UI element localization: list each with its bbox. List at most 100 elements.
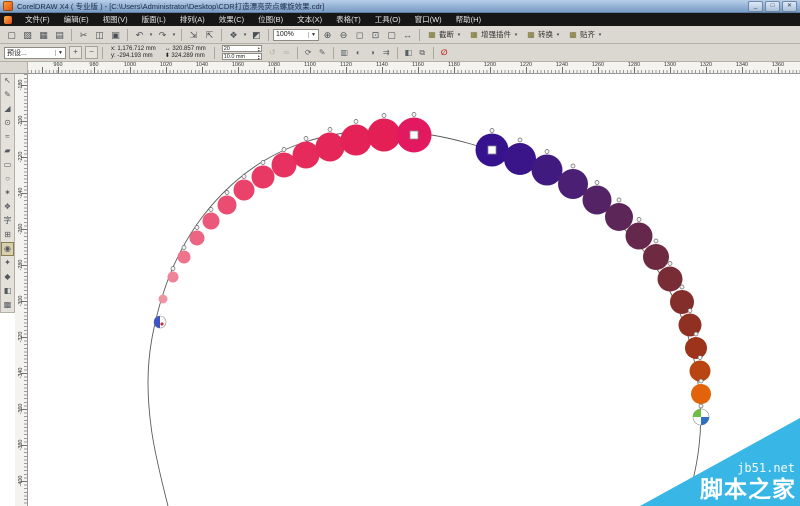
zoom-out-icon[interactable]: ⊖ <box>336 28 351 42</box>
zoom-width-icon[interactable]: ↔ <box>400 28 415 42</box>
chevron-down-icon: ▼ <box>308 31 316 38</box>
freehand-tool[interactable]: ≈ <box>1 130 14 144</box>
separator <box>396 46 398 59</box>
ruler-origin-corner[interactable] <box>0 62 28 74</box>
zoom-fit-icon[interactable]: ⊡ <box>368 28 383 42</box>
start-end-objects-icon[interactable]: ◧ <box>402 46 415 59</box>
vertical-ruler[interactable]: -180 -200 -220 -240 -260 -280 -300 -320 -340 -360… <box>15 74 28 506</box>
cut-off-button[interactable]: ▦ 截断 ▾ <box>424 28 465 42</box>
interactive-blend-tool[interactable]: ◉ <box>1 242 14 256</box>
export-icon[interactable]: ⇱ <box>202 28 217 42</box>
print-icon[interactable]: ▤ <box>52 28 67 42</box>
menu-item-0[interactable]: 文件(F) <box>18 13 57 26</box>
new-icon[interactable]: ▢ <box>4 28 19 42</box>
blend-direction-icon[interactable]: ↺ <box>266 46 279 59</box>
menu-item-1[interactable]: 编辑(E) <box>57 13 96 26</box>
rectangle-tool[interactable]: ▭ <box>1 158 14 172</box>
node-marker <box>241 174 247 179</box>
zoom-in-icon[interactable]: ⊕ <box>320 28 335 42</box>
clear-blend-icon[interactable]: ∅ <box>438 46 451 59</box>
pick-tool[interactable]: ↖ <box>1 74 14 88</box>
welcome-screen-icon[interactable]: ◩ <box>249 28 264 42</box>
shape-tool[interactable]: ✎ <box>1 88 14 102</box>
menu-item-7[interactable]: 文本(X) <box>290 13 329 26</box>
clockwise-blend-icon[interactable]: ◐ <box>352 46 365 59</box>
import-icon[interactable]: ⇲ <box>186 28 201 42</box>
close-button[interactable]: ✕ <box>782 0 797 12</box>
menu-item-11[interactable]: 帮助(H) <box>449 13 488 26</box>
blend-spacing-input[interactable]: 10.0 mm ▴ ▾ <box>221 53 262 60</box>
window-title: CorelDRAW X4 ( 专业版 ) - [C:\Users\Adminis… <box>17 1 325 11</box>
zoom-selected-icon[interactable]: ◻ <box>352 28 367 42</box>
fill-tool[interactable]: ◧ <box>1 284 14 298</box>
menu-item-10[interactable]: 窗口(W) <box>408 13 449 26</box>
object-position-fields[interactable]: x: 1,176.712 mm y: -294.193 mm <box>111 46 156 60</box>
enhanced-plugin-button-label: 增强插件 <box>481 30 511 39</box>
chevron-down-icon[interactable]: ▾ <box>242 32 248 38</box>
paste-icon[interactable]: ▣ <box>108 28 123 42</box>
maximize-button[interactable]: □ <box>765 0 780 12</box>
remove-preset-button[interactable]: − <box>85 46 98 59</box>
copy-blend-icon[interactable]: ⧉ <box>416 46 429 59</box>
open-icon[interactable]: ▧ <box>20 28 35 42</box>
rotate-all-icon[interactable]: ⟳ <box>302 46 315 59</box>
table-tool[interactable]: ⊞ <box>1 228 14 242</box>
chevron-down-icon[interactable]: ▾ <box>148 32 154 38</box>
enhanced-plugin-icon: ▦ <box>470 29 478 39</box>
enhanced-plugin-button[interactable]: ▦ 增强插件 ▾ <box>466 28 522 42</box>
zoom-level-combo[interactable]: 100% ▼ <box>273 28 319 41</box>
spinner-arrows-icon[interactable]: ▴ ▾ <box>258 53 260 60</box>
basic-shapes-tool[interactable]: ❖ <box>1 200 14 214</box>
redo-icon[interactable]: ↷ <box>155 28 170 42</box>
blend-circle <box>367 118 401 152</box>
polygon-tool[interactable]: ✶ <box>1 186 14 200</box>
menu-item-4[interactable]: 排列(A) <box>173 13 212 26</box>
interactive-fill-tool[interactable]: ▩ <box>1 298 14 312</box>
smart-fill-tool[interactable]: ▰ <box>1 144 14 158</box>
node-marker <box>667 261 673 266</box>
chevron-down-icon[interactable]: ▾ <box>171 32 177 38</box>
object-accel-icon[interactable]: ⇉ <box>380 46 393 59</box>
path-properties-icon[interactable]: ✎ <box>316 46 329 59</box>
vruler-label: -180 <box>18 79 24 91</box>
menu-item-9[interactable]: 工具(O) <box>368 13 408 26</box>
text-tool[interactable]: 字 <box>1 214 14 228</box>
blend-steps-input[interactable]: 20 ▴ ▾ <box>221 45 262 52</box>
add-preset-button[interactable]: + <box>69 46 82 59</box>
zoom-tool[interactable]: ⊙ <box>1 116 14 130</box>
object-y-value: y: -294.193 mm <box>111 52 153 59</box>
menu-item-6[interactable]: 位图(B) <box>251 13 290 26</box>
menu-item-5[interactable]: 效果(C) <box>212 13 251 26</box>
canvas-art: jb51.net脚本之家 <box>147 112 800 506</box>
blend-circle <box>504 143 536 175</box>
counterclockwise-blend-icon[interactable]: ◑ <box>366 46 379 59</box>
node-marker <box>260 160 266 165</box>
hruler-label: 1300 <box>663 62 677 68</box>
save-icon[interactable]: ▦ <box>36 28 51 42</box>
cut-icon[interactable]: ✂ <box>76 28 91 42</box>
node-marker <box>544 149 550 154</box>
eyedropper-tool[interactable]: ✦ <box>1 256 14 270</box>
loop-blend-icon[interactable]: ∞ <box>280 46 293 59</box>
convert-button[interactable]: ▦ 转换 ▾ <box>523 28 564 42</box>
drawing-canvas[interactable]: jb51.net 脚本之家 <box>28 74 800 506</box>
horizontal-ruler[interactable]: 960 980 1000 1020 1040 1060 1080 1100 1120 1140 11… <box>28 62 800 74</box>
coreldraw-logo-icon <box>4 15 12 24</box>
undo-icon[interactable]: ↶ <box>132 28 147 42</box>
blend-circle <box>233 179 255 201</box>
app-launcher-icon[interactable]: ❖ <box>226 28 241 42</box>
copy-icon[interactable]: ◫ <box>92 28 107 42</box>
minimize-button[interactable]: _ <box>748 0 763 12</box>
menu-item-2[interactable]: 视图(V) <box>96 13 135 26</box>
zoom-page-icon[interactable]: ▢ <box>384 28 399 42</box>
snap-to-button[interactable]: ▦ 贴齐 ▾ <box>565 28 606 42</box>
spinner-arrows-icon[interactable]: ▴ ▾ <box>258 45 260 52</box>
outline-tool[interactable]: ◆ <box>1 270 14 284</box>
menu-item-3[interactable]: 版面(L) <box>135 13 173 26</box>
ellipse-tool[interactable]: ○ <box>1 172 14 186</box>
crop-tool[interactable]: ◢ <box>1 102 14 116</box>
menu-item-8[interactable]: 表格(T) <box>329 13 368 26</box>
object-size-fields[interactable]: ↔ 320.857 mm ⬍ 324.289 mm <box>165 46 206 60</box>
presets-combo[interactable]: 预设... ▼ <box>4 46 66 59</box>
direct-blend-icon[interactable]: ▥ <box>338 46 351 59</box>
